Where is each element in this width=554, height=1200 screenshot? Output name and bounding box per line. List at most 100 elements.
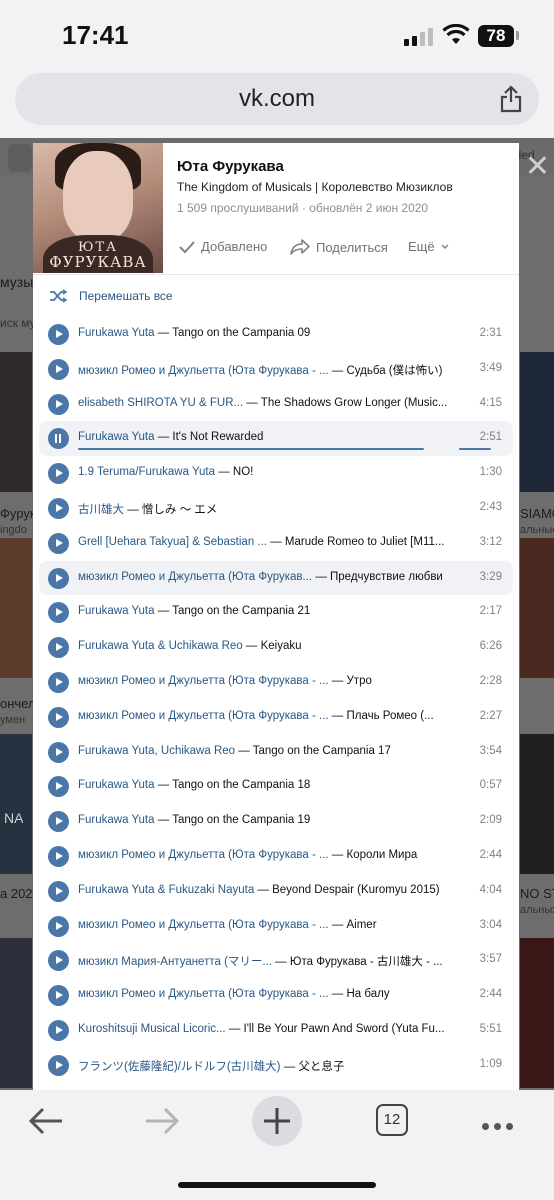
- play-icon[interactable]: [48, 811, 69, 833]
- track-title[interactable]: Tango on the Campania 19: [172, 814, 310, 826]
- track-title[interactable]: Aimer: [347, 919, 377, 931]
- share-button[interactable]: Поделиться: [290, 239, 388, 255]
- added-button[interactable]: Добавлено: [179, 239, 267, 254]
- play-icon[interactable]: [48, 324, 69, 345]
- track-title[interactable]: Marude Romeo to Juliet [M11...: [285, 536, 445, 548]
- track-row[interactable]: мюзикл Ромео и Джульетта (Юта Фурукав...…: [39, 560, 513, 596]
- forward-icon[interactable]: [144, 1106, 180, 1136]
- track-artist[interactable]: Furukawa Yuta: [78, 605, 155, 617]
- track-row[interactable]: 1.9 Teruma/Furukawa Yuta — NO! 1:30: [33, 456, 519, 491]
- play-icon[interactable]: [48, 706, 69, 728]
- share-icon[interactable]: [499, 85, 523, 113]
- play-icon[interactable]: [48, 1019, 69, 1041]
- track-row[interactable]: мюзикл Мария-Антуанетта (マリー... — Юта Фу…: [33, 943, 519, 978]
- play-icon[interactable]: [48, 776, 69, 798]
- track-row[interactable]: Furukawa Yuta — Tango on the Campania 09…: [33, 317, 519, 352]
- track-title[interactable]: На балу: [347, 988, 390, 1000]
- play-icon[interactable]: [48, 845, 69, 867]
- track-artist[interactable]: Furukawa Yuta: [78, 814, 155, 826]
- track-row[interactable]: Kuroshitsuji Musical Licoric... — I'll B…: [33, 1013, 519, 1048]
- track-artist[interactable]: мюзикл Ромео и Джульетта (Юта Фурукава -…: [78, 988, 329, 1000]
- track-artist[interactable]: フランツ(佐藤隆紀)/ルドルフ(古川雄大): [78, 1061, 281, 1073]
- play-icon[interactable]: [48, 915, 69, 937]
- track-artist[interactable]: Kuroshitsuji Musical Licoric...: [78, 1023, 226, 1035]
- track-title[interactable]: Короли Мира: [347, 849, 418, 861]
- track-title[interactable]: Tango on the Campania 09: [172, 327, 310, 339]
- track-title[interactable]: 憎しみ 〜 エメ: [142, 504, 217, 516]
- play-icon[interactable]: [48, 393, 69, 415]
- pause-icon[interactable]: [48, 428, 69, 450]
- track-title[interactable]: Tango on the Campania 21: [172, 605, 310, 617]
- track-artist[interactable]: Furukawa Yuta: [78, 327, 155, 339]
- track-title[interactable]: I'll Be Your Pawn And Sword (Yuta Fu...: [244, 1023, 445, 1035]
- track-row[interactable]: Furukawa Yuta — Tango on the Campania 18…: [33, 769, 519, 804]
- more-icon[interactable]: [482, 1117, 518, 1135]
- track-row[interactable]: Furukawa Yuta, Uchikawa Reo — Tango on t…: [33, 735, 519, 770]
- track-row[interactable]: 古川雄大 — 憎しみ 〜 エメ 2:43: [33, 491, 519, 526]
- track-artist[interactable]: 古川雄大: [78, 504, 124, 516]
- play-icon[interactable]: [48, 637, 69, 659]
- track-title[interactable]: Beyond Despair (Kuromyu 2015): [272, 884, 439, 896]
- track-row[interactable]: Furukawa Yuta — It's Not Rewarded 2:51: [39, 421, 513, 457]
- track-row[interactable]: Furukawa Yuta & Fukuzaki Nayuta — Beyond…: [33, 874, 519, 909]
- track-title[interactable]: Keiyaku: [261, 640, 302, 652]
- track-title[interactable]: It's Not Rewarded: [172, 431, 263, 443]
- track-artist[interactable]: elisabeth SHIROTA YU & FUR...: [78, 397, 243, 409]
- track-row[interactable]: мюзикл Ромео и Джульетта (Юта Фурукава -…: [33, 665, 519, 700]
- new-tab-button[interactable]: [252, 1096, 302, 1146]
- track-title[interactable]: Плачь Ромео (...: [347, 710, 434, 722]
- play-icon[interactable]: [48, 950, 69, 972]
- track-artist[interactable]: 1.9 Teruma/Furukawa Yuta: [78, 466, 215, 478]
- track-row[interactable]: мюзикл Ромео и Джульетта (Юта Фурукава -…: [33, 700, 519, 735]
- address-bar[interactable]: vk.com: [15, 73, 539, 125]
- track-row[interactable]: мюзикл Ромео и Джульетта (Юта Фурукава -…: [33, 909, 519, 944]
- address-text[interactable]: vk.com: [0, 85, 554, 113]
- play-icon[interactable]: [48, 358, 69, 380]
- track-title[interactable]: Утро: [347, 675, 372, 687]
- volume-bar[interactable]: [459, 448, 491, 451]
- track-artist[interactable]: Furukawa Yuta: [78, 779, 155, 791]
- track-artist[interactable]: мюзикл Ромео и Джульетта (Юта Фурукава -…: [78, 919, 329, 931]
- shuffle-all-button[interactable]: Перемешать все: [49, 289, 173, 303]
- track-row[interactable]: elisabeth SHIROTA YU & FUR... — The Shad…: [33, 387, 519, 422]
- tabs-button[interactable]: 12: [376, 1104, 408, 1136]
- track-row[interactable]: мюзикл Ромео и Джульетта (Юта Фурукава -…: [33, 839, 519, 874]
- track-row[interactable]: フランツ(佐藤隆紀)/ルドルフ(古川雄大) — 父と息子 1:09: [33, 1048, 519, 1083]
- track-artist[interactable]: мюзикл Ромео и Джульетта (Юта Фурукава -…: [78, 365, 329, 377]
- play-icon[interactable]: [48, 741, 69, 763]
- play-icon[interactable]: [48, 671, 69, 693]
- track-title[interactable]: Судьба (僕は怖い): [347, 365, 443, 377]
- track-artist[interactable]: Furukawa Yuta, Uchikawa Reo: [78, 745, 235, 757]
- track-title[interactable]: Tango on the Campania 17: [253, 745, 391, 757]
- close-icon[interactable]: ✕: [525, 152, 550, 182]
- play-icon[interactable]: [48, 602, 69, 624]
- play-icon[interactable]: [48, 880, 69, 902]
- track-title[interactable]: NO!: [233, 466, 253, 478]
- track-row[interactable]: мюзикл Ромео и Джульетта (Юта Фурукава -…: [33, 352, 519, 387]
- back-icon[interactable]: [28, 1106, 64, 1136]
- track-row[interactable]: мюзикл Ромео и Джульетта (Юта Фурукава -…: [33, 978, 519, 1013]
- track-row[interactable]: Furukawa Yuta & Uchikawa Reo — Keiyaku 6:…: [33, 630, 519, 665]
- track-row[interactable]: Furukawa Yuta — Tango on the Campania 21…: [33, 595, 519, 630]
- track-title[interactable]: Юта Фурукава - 古川雄大 - ...: [290, 956, 443, 968]
- play-icon[interactable]: [48, 985, 69, 1007]
- play-icon[interactable]: [48, 567, 69, 589]
- track-artist[interactable]: мюзикл Ромео и Джульетта (Юта Фурукава -…: [78, 675, 329, 687]
- track-title[interactable]: Tango on the Campania 18: [172, 779, 310, 791]
- track-row[interactable]: Furukawa Yuta — Tango on the Campania 19…: [33, 804, 519, 839]
- track-artist[interactable]: Furukawa Yuta: [78, 431, 155, 443]
- play-icon[interactable]: [48, 532, 69, 554]
- track-progress-bar[interactable]: [78, 448, 424, 451]
- play-icon[interactable]: [48, 1054, 69, 1076]
- track-title[interactable]: The Shadows Grow Longer (Music...: [261, 397, 448, 409]
- play-icon[interactable]: [48, 497, 69, 519]
- track-artist[interactable]: мюзикл Ромео и Джульетта (Юта Фурукав...: [78, 571, 312, 583]
- play-icon[interactable]: [48, 463, 69, 485]
- track-artist[interactable]: мюзикл Ромео и Джульетта (Юта Фурукава -…: [78, 849, 329, 861]
- track-title[interactable]: Предчувствие любви: [330, 571, 443, 583]
- track-title[interactable]: 父と息子: [298, 1061, 344, 1073]
- track-artist[interactable]: мюзикл Ромео и Джульетта (Юта Фурукава -…: [78, 710, 329, 722]
- track-artist[interactable]: Furukawa Yuta & Fukuzaki Nayuta: [78, 884, 254, 896]
- track-row[interactable]: Grell [Uehara Takyua] & Sebastian ... — …: [33, 526, 519, 561]
- track-artist[interactable]: мюзикл Мария-Антуанетта (マリー...: [78, 956, 272, 968]
